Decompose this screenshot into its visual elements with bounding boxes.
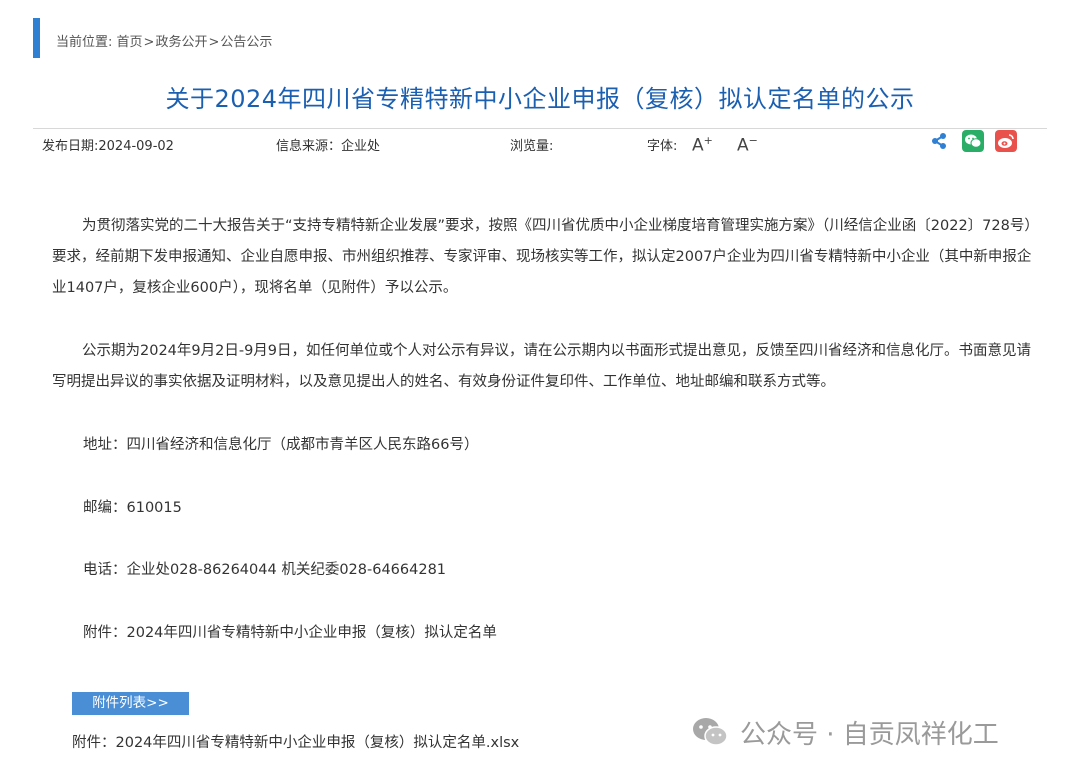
title-divider — [33, 128, 1047, 129]
weibo-icon[interactable] — [995, 130, 1017, 152]
breadcrumb-accent-bar — [33, 18, 40, 58]
share-icon[interactable] — [928, 130, 950, 152]
font-increase-button[interactable]: A+ — [692, 134, 713, 156]
attachment-item: 附件：2024年四川省专精特新中小企业申报（复核）拟认定名单.xlsx — [72, 731, 519, 752]
wechat-official-account-icon — [690, 715, 730, 749]
contact-postcode: 邮编：610015 — [83, 500, 182, 516]
attachment-list-tab[interactable]: 附件列表>> — [72, 692, 189, 715]
attachment-note: 附件：2024年四川省专精特新中小企业申报（复核）拟认定名单 — [83, 625, 497, 641]
watermark-text: 公众号 · 自贡凤祥化工 — [740, 719, 999, 750]
paragraph-period: 公示期为2024年9月2日-9月9日，如任何单位或个人对公示有异议，请在公示期内… — [52, 343, 1032, 390]
breadcrumb-prefix: 当前位置: — [56, 35, 113, 50]
breadcrumb-announcements-link[interactable]: 公告公示 — [220, 35, 272, 50]
attachment-prefix: 附件： — [72, 735, 116, 751]
wechat-icon[interactable] — [962, 130, 984, 152]
info-source: 信息来源：企业处 — [276, 139, 381, 154]
breadcrumb-gov-affairs-link[interactable]: 政务公开 — [155, 35, 207, 50]
font-size-label: 字体: — [647, 139, 678, 154]
breadcrumb-separator: > — [143, 35, 155, 50]
attachment-file-link[interactable]: 2024年四川省专精特新中小企业申报（复核）拟认定名单.xlsx — [116, 735, 520, 751]
view-count: 浏览量: — [510, 139, 554, 154]
font-decrease-button[interactable]: A− — [737, 134, 758, 156]
contact-phone: 电话：企业处028-86264044 机关纪委028-64664281 — [83, 562, 447, 578]
breadcrumb: 当前位置: 首页>政务公开>公告公示 — [56, 31, 272, 50]
breadcrumb-home-link[interactable]: 首页 — [117, 35, 143, 50]
contact-address: 地址：四川省经济和信息化厅（成都市青羊区人民东路66号） — [83, 437, 479, 453]
publish-date: 发布日期:2024-09-02 — [42, 139, 174, 154]
breadcrumb-separator: > — [208, 35, 220, 50]
watermark: 公众号 · 自贡凤祥化工 — [690, 712, 999, 752]
paragraph-intro: 为贯彻落实党的二十大报告关于“支持专精特新企业发展”要求，按照《四川省优质中小企… — [52, 218, 1032, 296]
page-title: 关于2024年四川省专精特新中小企业申报（复核）拟认定名单的公示 — [165, 85, 915, 113]
